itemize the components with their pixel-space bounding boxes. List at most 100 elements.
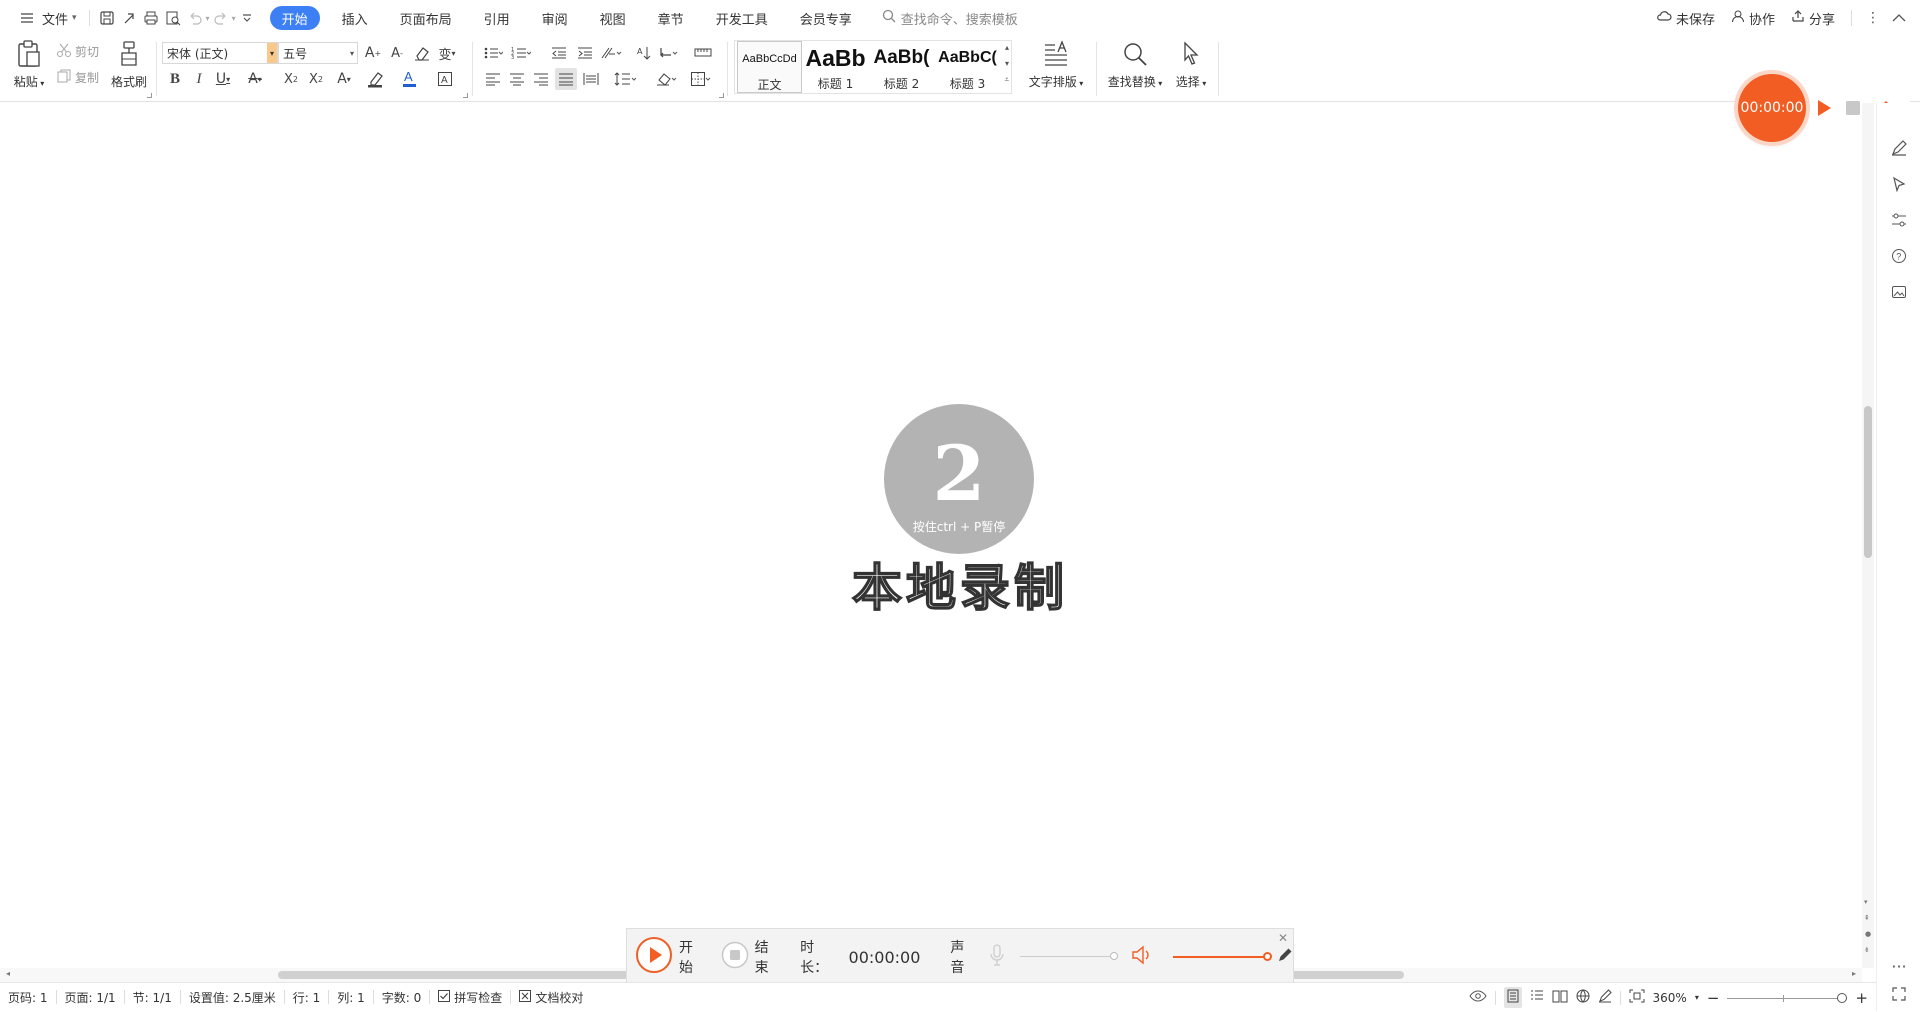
clear-format-icon[interactable] — [411, 42, 433, 64]
zoom-level[interactable]: 360% — [1653, 991, 1687, 1005]
pointer-icon[interactable] — [1888, 173, 1910, 195]
redo-icon[interactable] — [210, 7, 232, 29]
chevron-down-icon[interactable]: ▾ — [267, 43, 277, 63]
align-right-icon[interactable] — [530, 68, 552, 90]
tab-member[interactable]: 会员专享 — [790, 6, 862, 30]
group-launcher[interactable] — [463, 93, 468, 98]
page-count[interactable]: 页面: 1/1 — [57, 989, 124, 1006]
edit-icon[interactable] — [1888, 137, 1910, 159]
collapse-ribbon-icon[interactable] — [1888, 7, 1910, 29]
doc-proof-button[interactable]: 文档校对 — [511, 989, 591, 1006]
bullet-list-icon[interactable] — [482, 42, 504, 64]
font-color-icon[interactable]: A — [400, 68, 422, 90]
bold-icon[interactable]: B — [164, 68, 186, 90]
tab-view[interactable]: 视图 — [590, 6, 636, 30]
export-icon[interactable] — [118, 7, 140, 29]
collaborate-button[interactable]: 协作 — [1725, 5, 1781, 31]
scroll-left-arrow-icon[interactable]: ◂ — [6, 969, 10, 978]
sliders-icon[interactable] — [1888, 209, 1910, 231]
justify-icon[interactable] — [555, 68, 577, 90]
unsaved-button[interactable]: 未保存 — [1650, 5, 1721, 31]
command-search[interactable]: 查找命令、搜索模板 — [882, 9, 1018, 28]
tab-home[interactable]: 开始 — [269, 6, 320, 30]
floating-recorder-timer[interactable]: 00:00:00 — [1738, 74, 1806, 142]
group-launcher[interactable] — [147, 93, 152, 98]
align-center-icon[interactable] — [506, 68, 528, 90]
select-browse-object-icon[interactable]: ● — [1865, 930, 1871, 938]
write-view-icon[interactable] — [1598, 989, 1612, 1006]
subscript-icon[interactable]: X2 — [305, 68, 327, 90]
text-effect-icon[interactable]: A ▾ — [333, 68, 355, 90]
line-spacing-icon[interactable] — [614, 68, 636, 90]
font-size-select[interactable]: 五号 ▾ — [278, 42, 358, 64]
gallery-scroll-up-icon[interactable]: ▴ — [1005, 43, 1009, 52]
highlight-icon[interactable] — [366, 68, 388, 90]
paragraph-mark-icon[interactable] — [658, 42, 680, 64]
page-code[interactable]: 页码: 1 — [0, 989, 56, 1006]
vertical-scroll-thumb[interactable] — [1864, 406, 1872, 558]
more-icon[interactable]: ⋮ — [1862, 7, 1884, 29]
format-painter-button[interactable]: 格式刷 — [108, 40, 150, 90]
pinyin-guide-icon[interactable]: 变 ▾ — [436, 42, 458, 64]
scroll-right-arrow-icon[interactable]: ▸ — [1852, 969, 1856, 978]
ruler-icon[interactable] — [692, 42, 714, 64]
group-launcher[interactable] — [719, 93, 724, 98]
print-icon[interactable] — [140, 7, 162, 29]
gallery-scroll-down-icon[interactable]: ▾ — [1005, 59, 1009, 68]
align-left-icon[interactable] — [482, 68, 504, 90]
increase-indent-icon[interactable] — [574, 42, 596, 64]
select-button[interactable]: 选择 ▾ — [1170, 40, 1212, 90]
scroll-down-arrow-icon[interactable]: ▾ — [1864, 898, 1868, 906]
page-view-icon[interactable] — [1503, 987, 1522, 1008]
record-start-icon[interactable] — [635, 936, 673, 978]
zoom-slider[interactable] — [1727, 992, 1848, 1004]
tab-chapter[interactable]: 章节 — [648, 6, 694, 30]
position-setting[interactable]: 设置值: 2.5厘米 — [181, 989, 284, 1006]
microphone-volume-slider[interactable] — [1019, 951, 1118, 963]
decrease-indent-icon[interactable] — [548, 42, 570, 64]
word-count[interactable]: 字数: 0 — [374, 989, 430, 1006]
tab-references[interactable]: 引用 — [474, 6, 520, 30]
font-name-select[interactable]: 宋体 (正文) ▾ — [162, 42, 278, 64]
file-menu-button[interactable]: 文件 ▾ — [10, 5, 83, 31]
cut-button[interactable]: 剪切 — [56, 42, 99, 61]
next-page-icon[interactable]: ⇟ — [1864, 946, 1870, 954]
row-indicator[interactable]: 行: 1 — [285, 989, 329, 1006]
grow-font-icon[interactable]: A + — [362, 42, 384, 64]
fullscreen-icon[interactable] — [1888, 983, 1910, 1005]
shading-icon[interactable] — [656, 68, 678, 90]
outline-view-icon[interactable] — [1530, 989, 1544, 1006]
speaker-volume-slider[interactable] — [1173, 951, 1273, 963]
tab-page-layout[interactable]: 页面布局 — [390, 6, 462, 30]
pen-icon[interactable] — [1277, 947, 1293, 967]
record-stop-icon[interactable] — [721, 941, 749, 973]
style-heading-3[interactable]: AaBbC( 标题 3 — [935, 41, 1000, 93]
find-replace-button[interactable]: 查找替换 ▾ — [1104, 40, 1166, 90]
help-icon[interactable]: ? — [1888, 245, 1910, 267]
more-horizontal-icon[interactable]: ··· — [1888, 955, 1910, 977]
stop-icon[interactable] — [1846, 101, 1860, 119]
column-indicator[interactable]: 列: 1 — [329, 989, 373, 1006]
tab-developer[interactable]: 开发工具 — [706, 6, 778, 30]
section-count[interactable]: 节: 1/1 — [125, 989, 180, 1006]
superscript-icon[interactable]: X2 — [280, 68, 302, 90]
customize-toolbar-icon[interactable] — [236, 7, 258, 29]
reading-view-icon[interactable] — [1552, 989, 1568, 1006]
prev-page-icon[interactable]: ⇞ — [1864, 914, 1870, 922]
web-view-icon[interactable] — [1576, 989, 1590, 1006]
eye-protection-icon[interactable] — [1468, 989, 1487, 1006]
strikethrough-icon[interactable]: A ▾ — [244, 68, 266, 90]
underline-icon[interactable]: U ▾ — [212, 68, 234, 90]
numbered-list-icon[interactable]: 123 — [510, 42, 532, 64]
close-icon[interactable]: ✕ — [1278, 931, 1288, 945]
speaker-icon[interactable] — [1131, 945, 1153, 969]
copy-button[interactable]: 复制 — [56, 68, 99, 87]
text-direction-icon[interactable] — [600, 42, 622, 64]
chevron-down-icon[interactable]: ▾ — [1695, 993, 1699, 1002]
sort-icon[interactable]: A — [633, 42, 655, 64]
record-stop-label[interactable]: 结束 — [755, 937, 781, 977]
print-preview-icon[interactable] — [162, 7, 184, 29]
picture-settings-icon[interactable] — [1888, 281, 1910, 303]
record-start-label[interactable]: 开始 — [679, 937, 705, 977]
chevron-down-icon[interactable]: ▾ — [347, 43, 357, 63]
